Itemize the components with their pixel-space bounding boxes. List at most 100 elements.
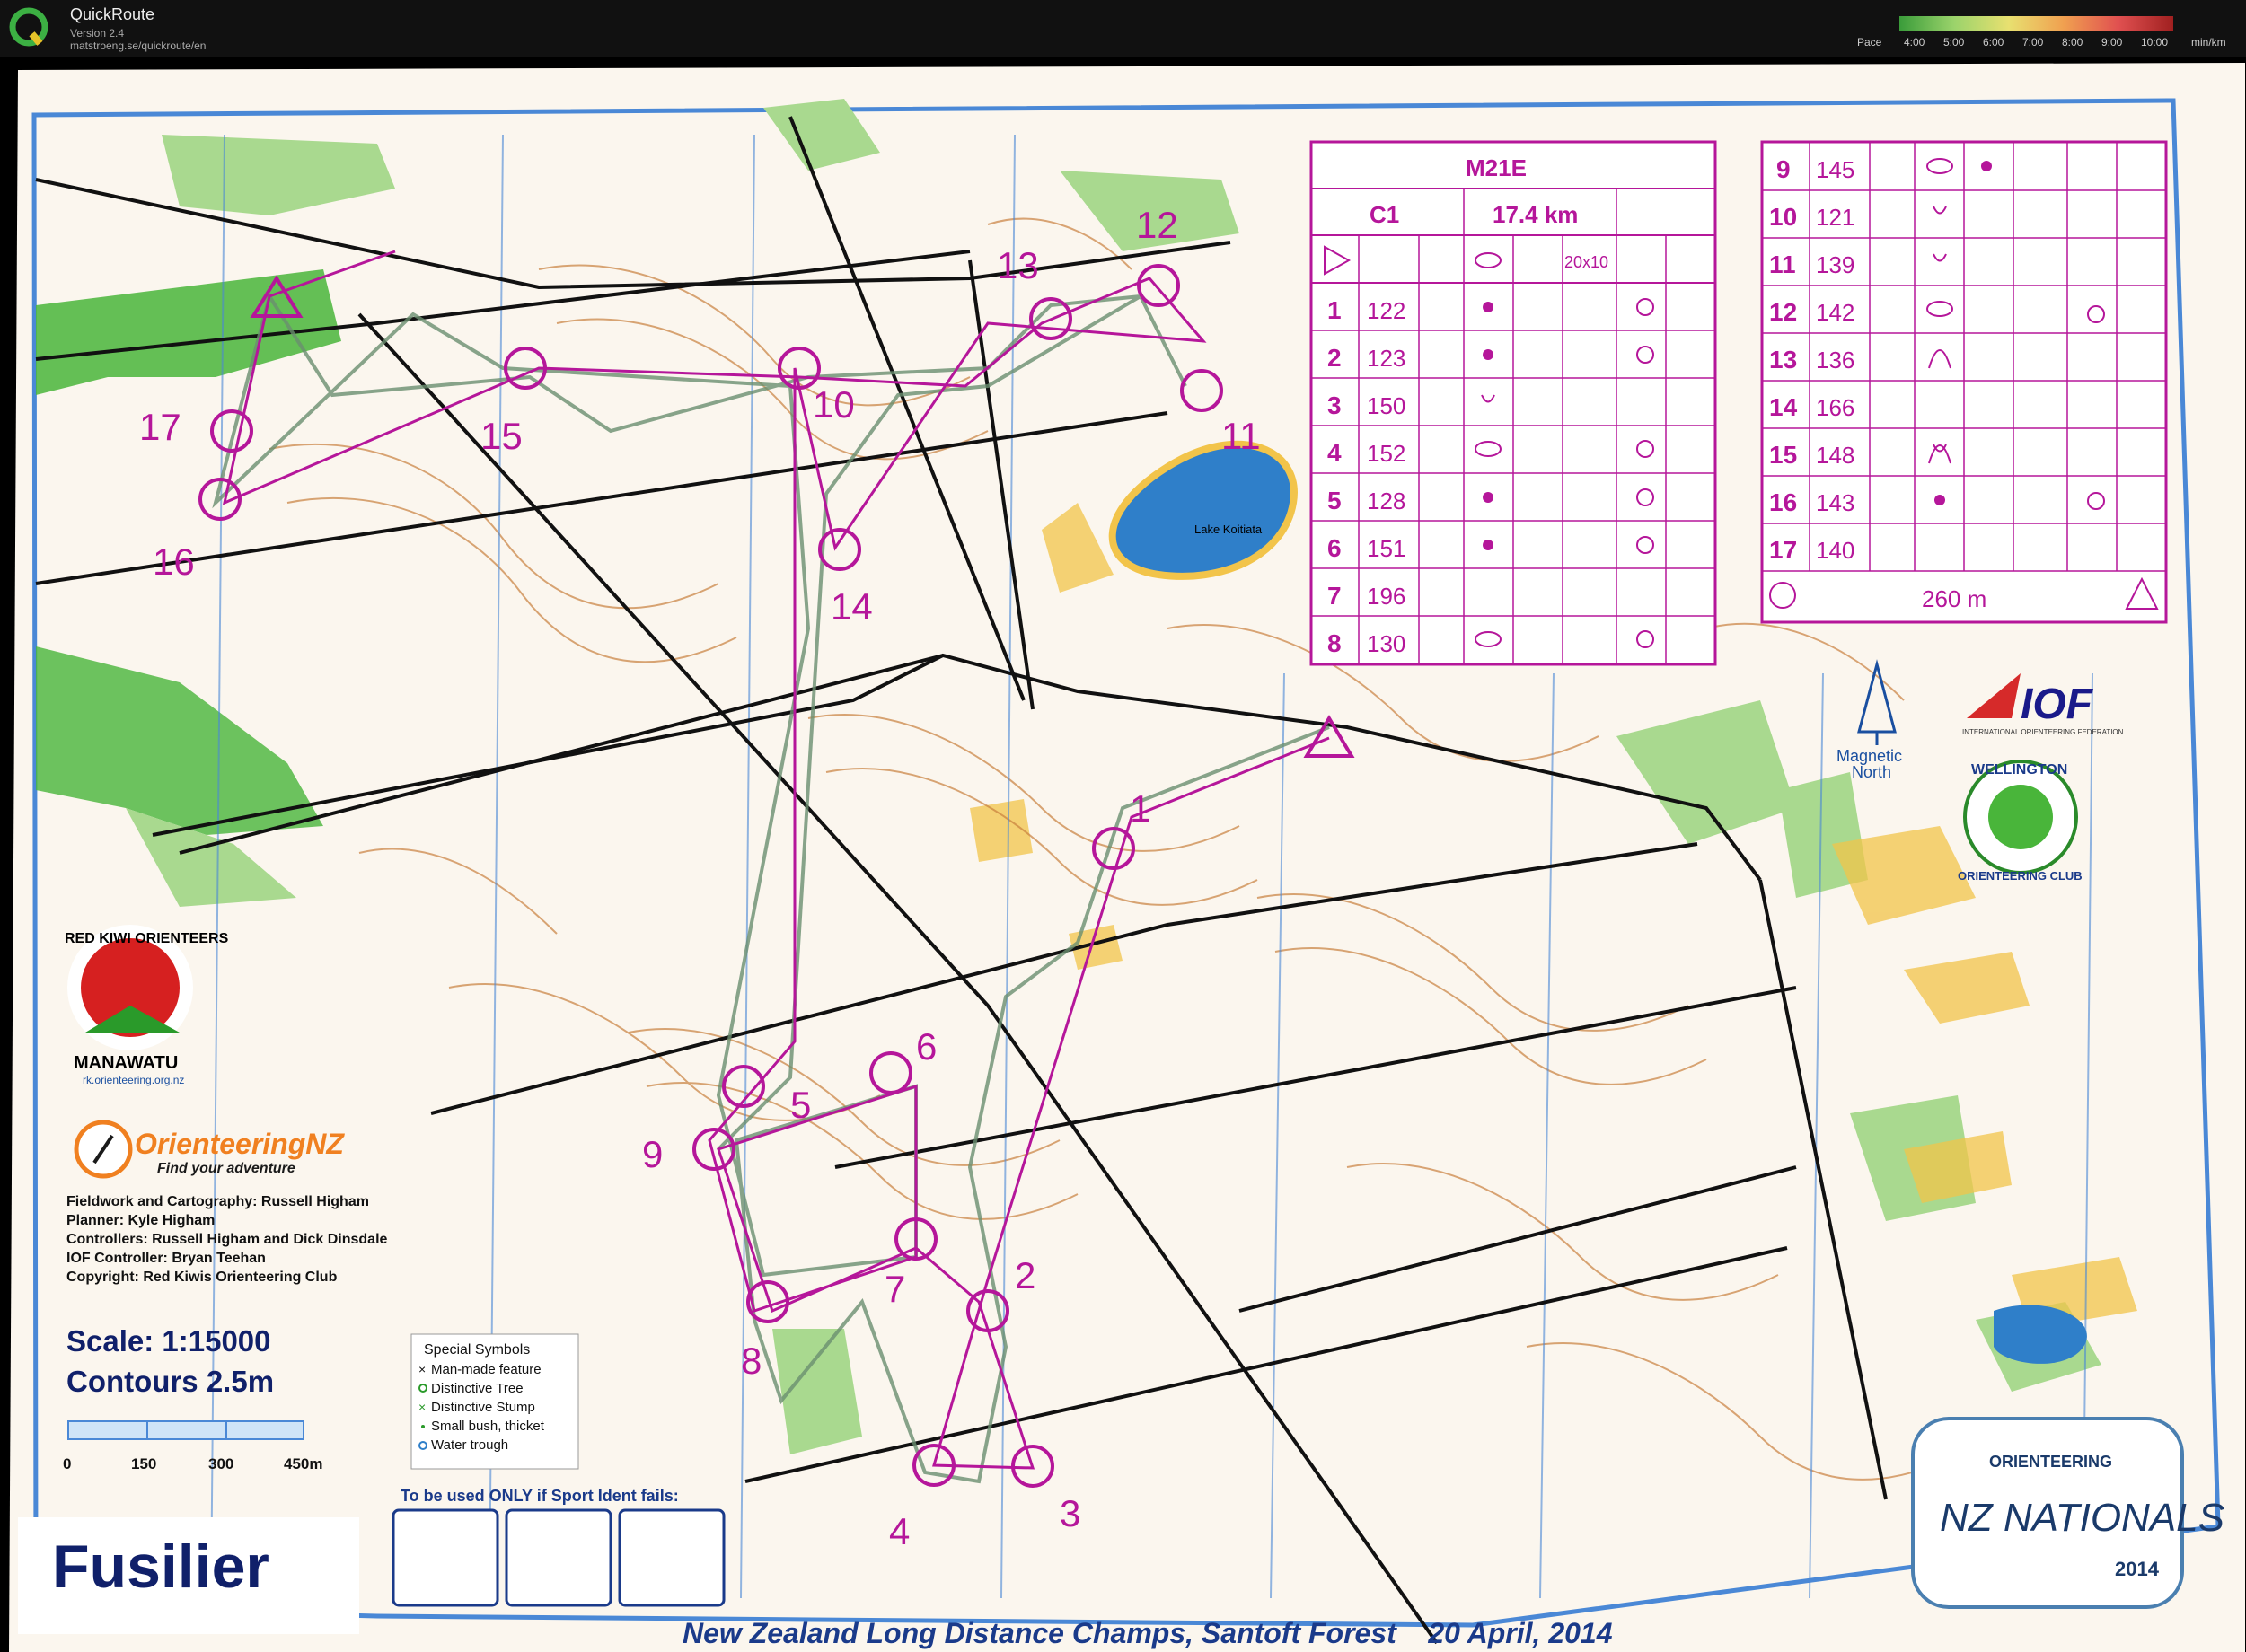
row-code: 136: [1816, 347, 1854, 373]
nationals-top: ORIENTEERING: [1989, 1453, 2112, 1471]
legend-item: Distinctive Stump: [431, 1400, 535, 1415]
row-num: 3: [1327, 391, 1342, 419]
row-num: 1: [1327, 296, 1342, 324]
row-code: 123: [1367, 345, 1405, 372]
row-code: 148: [1816, 442, 1854, 469]
pace-tick: 5:00: [1943, 36, 1965, 48]
course-length: 17.4 km: [1493, 201, 1578, 228]
pace-tick: 4:00: [1904, 36, 1925, 48]
credit-line: Controllers: Russell Higham and Dick Din…: [66, 1232, 388, 1247]
row-code: 122: [1367, 297, 1405, 324]
description-sheet-left: M21E C1 17.4 km 20x10 1 2 3 4 5 6 7 8 12…: [1309, 140, 1717, 666]
onz-name: OrienteeringNZ: [135, 1128, 345, 1160]
control-number-2: 2: [1015, 1254, 1035, 1296]
scale-tick: 450m: [284, 1455, 322, 1472]
app-url[interactable]: matstroeng.se/quickroute/en: [70, 40, 206, 52]
magnetic-north-label: North: [1852, 763, 1891, 781]
scale-tick: 0: [63, 1455, 71, 1472]
legend-item: Man-made feature: [431, 1362, 542, 1377]
row-num: 5: [1327, 487, 1342, 514]
punch-box: [618, 1508, 726, 1607]
credit-line: Planner: Kyle Higham: [66, 1213, 215, 1228]
control-number-14: 14: [831, 585, 873, 628]
pace-ticks: 4:00 5:00 6:00 7:00 8:00 9:00 10:00: [1904, 36, 2180, 48]
punch-box: [392, 1508, 499, 1607]
app-name: QuickRoute: [70, 5, 155, 23]
credit-line: IOF Controller: Bryan Teehan: [66, 1251, 266, 1266]
control-number-12: 12: [1136, 204, 1178, 246]
row-code: 152: [1367, 440, 1405, 467]
row-num: 17: [1769, 536, 1797, 564]
contours-label: Contours 2.5m: [66, 1365, 274, 1398]
wellington-bottom: ORIENTEERING CLUB: [1958, 869, 2083, 883]
nz-nationals-logo: ORIENTEERING NZ NATIONALS 2014: [1911, 1417, 2224, 1609]
start-note: 20x10: [1564, 253, 1608, 271]
pace-label: Pace: [1857, 36, 1882, 48]
backup-punch-boxes: [392, 1508, 726, 1607]
pace-tick: 10:00: [2141, 36, 2169, 48]
map-title: Fusilier: [52, 1533, 269, 1601]
svg-text:×: ×: [418, 1400, 426, 1414]
control-number-15: 15: [480, 415, 523, 457]
scale-tick: 300: [208, 1455, 233, 1472]
iof-mark: IOF: [2021, 681, 2094, 728]
course-class: M21E: [1466, 154, 1527, 181]
row-code: 128: [1367, 488, 1405, 514]
orienteering-map[interactable]: Lake Koitiata 1 2 3 4 5 6 7 8 9 10 11 12…: [0, 57, 2246, 1652]
punch-box: [505, 1508, 612, 1607]
lake-label: Lake Koitiata: [1194, 523, 1263, 536]
pace-tick: 6:00: [1983, 36, 2004, 48]
row-num: 15: [1769, 441, 1797, 469]
row-num: 8: [1327, 629, 1342, 657]
control-number-16: 16: [153, 540, 195, 583]
control-number-1: 1: [1130, 787, 1150, 830]
row-num: 12: [1769, 298, 1797, 326]
row-code: 143: [1816, 489, 1854, 516]
footer-event: New Zealand Long Distance Champs, Santof…: [683, 1617, 1613, 1649]
sport-ident-label: To be used ONLY if Sport Ident fails:: [401, 1487, 679, 1505]
special-symbols-legend: Special Symbols Man-made feature Distinc…: [410, 1333, 579, 1470]
row-num: 11: [1769, 250, 1796, 278]
wellington-top: WELLINGTON: [1971, 762, 2067, 778]
row-num: 13: [1769, 346, 1797, 373]
row-num: 14: [1769, 393, 1798, 421]
scale-tick: 150: [131, 1455, 156, 1472]
onz-tagline: Find your adventure: [157, 1161, 295, 1176]
row-code: 142: [1816, 299, 1854, 326]
row-num: 7: [1327, 582, 1342, 610]
control-number-11: 11: [1221, 415, 1261, 457]
row-num: 2: [1327, 344, 1342, 372]
nationals-year: 2014: [2115, 1558, 2160, 1580]
legend-item: Distinctive Tree: [431, 1381, 524, 1396]
row-code: 196: [1367, 583, 1405, 610]
course-name: C1: [1370, 201, 1399, 228]
pace-tick: 9:00: [2101, 36, 2123, 48]
control-number-13: 13: [997, 244, 1039, 286]
finish-distance: 260 m: [1922, 585, 1986, 612]
map-canvas[interactable]: Lake Koitiata 1 2 3 4 5 6 7 8 9 10 11 12…: [0, 57, 2246, 1652]
control-number-9: 9: [642, 1133, 663, 1175]
pace-color-scale: [1899, 16, 2173, 31]
credit-line: Copyright: Red Kiwis Orienteering Club: [66, 1270, 338, 1285]
credit-line: Fieldwork and Cartography: Russell Higha…: [66, 1194, 369, 1209]
legend-item: Water trough: [431, 1437, 508, 1453]
nationals-mid: NZ NATIONALS: [1940, 1496, 2224, 1540]
control-number-17: 17: [139, 406, 181, 448]
control-number-10: 10: [813, 383, 855, 426]
pace-tick: 8:00: [2062, 36, 2083, 48]
control-number-6: 6: [916, 1025, 937, 1068]
row-code: 150: [1367, 392, 1405, 419]
row-code: 139: [1816, 251, 1854, 278]
description-sheet-right: 9 10 11 12 13 14 15 16 17 145 121 139 14…: [1760, 140, 2168, 624]
rko-ring: RED KIWI ORIENTEERS: [65, 931, 229, 946]
row-code: 145: [1816, 156, 1854, 183]
row-num: 10: [1769, 203, 1797, 231]
row-num: 4: [1327, 439, 1342, 467]
quickroute-logo-icon: [9, 7, 48, 47]
row-num: 16: [1769, 488, 1797, 516]
app-titlebar: QuickRoute Version 2.4 matstroeng.se/qui…: [0, 0, 2246, 57]
row-code: 166: [1816, 394, 1854, 421]
row-code: 151: [1367, 535, 1405, 562]
app-version: Version 2.4: [70, 27, 125, 40]
row-num: 6: [1327, 534, 1342, 562]
